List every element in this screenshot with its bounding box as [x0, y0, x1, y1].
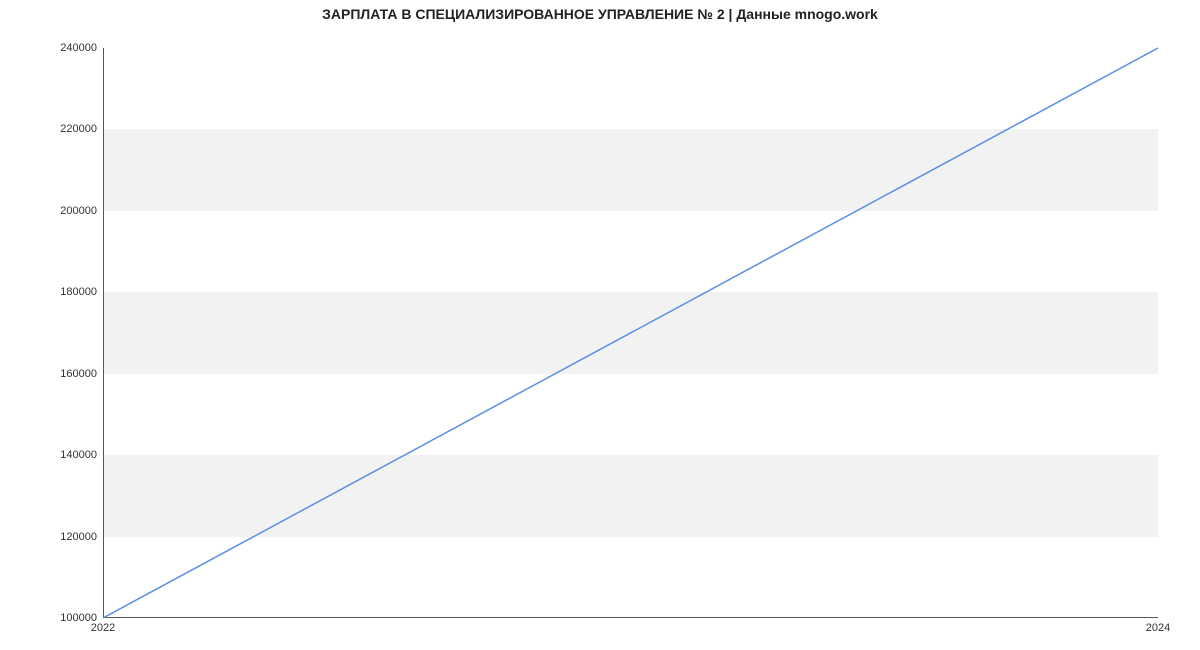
- x-tick-label: 2024: [1146, 618, 1170, 634]
- line-layer: [103, 48, 1158, 618]
- y-tick-label: 180000: [60, 286, 103, 298]
- y-tick-label: 140000: [60, 449, 103, 461]
- chart-title: ЗАРПЛАТА В СПЕЦИАЛИЗИРОВАННОЕ УПРАВЛЕНИЕ…: [0, 6, 1200, 22]
- y-tick-label: 240000: [60, 42, 103, 54]
- x-tick-label: 2022: [91, 618, 115, 634]
- y-tick-label: 120000: [60, 531, 103, 543]
- y-tick-label: 220000: [60, 123, 103, 135]
- series-line: [103, 48, 1158, 618]
- plot-area: 1000001200001400001600001800002000002200…: [103, 48, 1158, 618]
- y-tick-label: 160000: [60, 368, 103, 380]
- chart-container: ЗАРПЛАТА В СПЕЦИАЛИЗИРОВАННОЕ УПРАВЛЕНИЕ…: [0, 0, 1200, 650]
- y-tick-label: 200000: [60, 205, 103, 217]
